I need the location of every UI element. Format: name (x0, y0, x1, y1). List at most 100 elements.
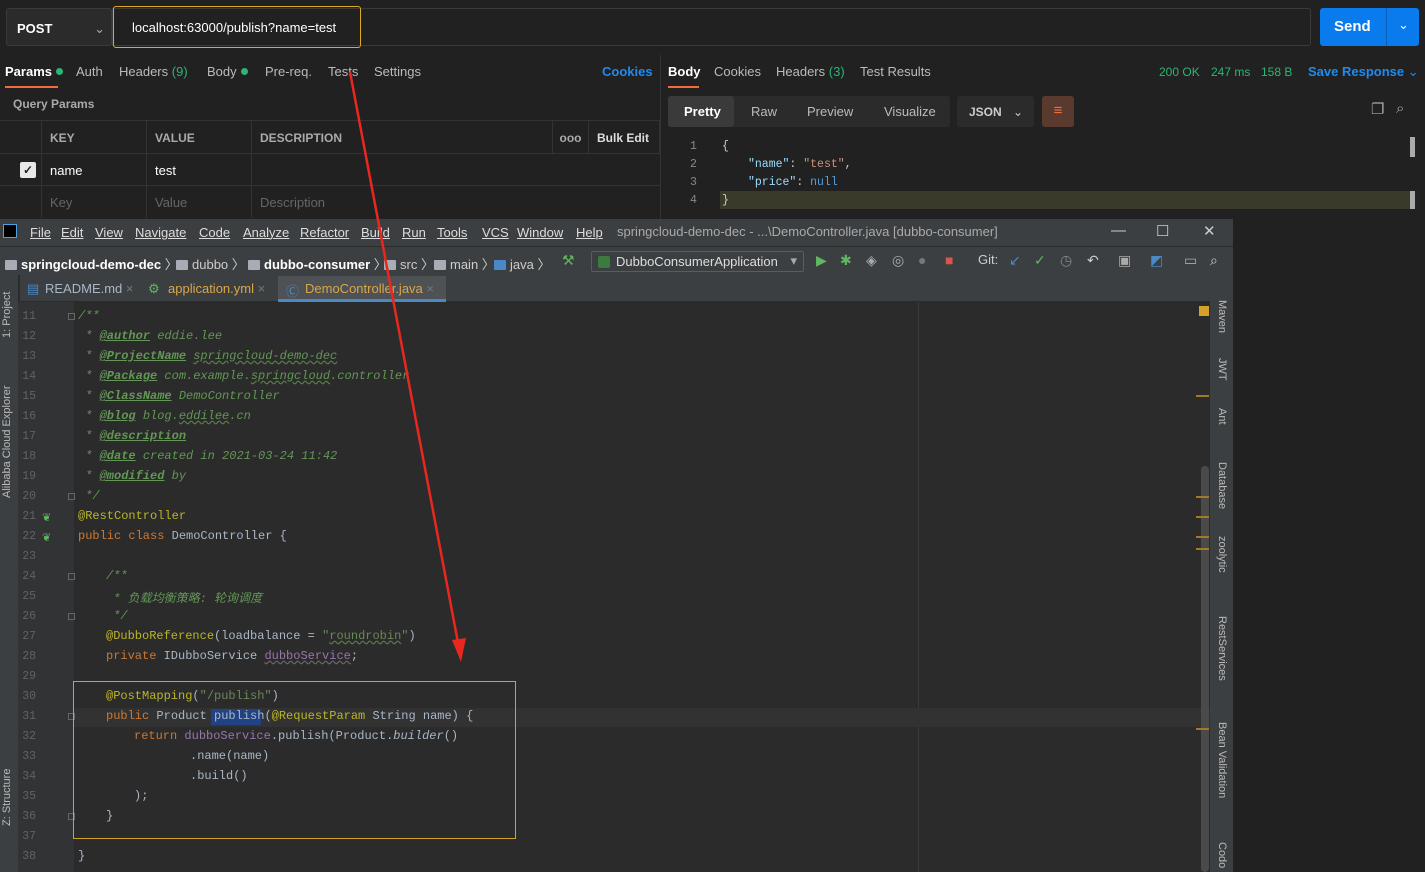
maximize-icon[interactable]: ☐ (1156, 222, 1169, 240)
minimize-icon[interactable]: — (1111, 222, 1126, 239)
breadcrumb-main[interactable]: main 〉 (434, 254, 495, 273)
tab-prereq[interactable]: Pre-req. (265, 64, 312, 79)
tab-democontroller[interactable]: DemoController.java × (305, 281, 434, 296)
url-highlight[interactable]: localhost:63000/publish?name=test (113, 6, 361, 48)
tool-project[interactable]: 1: Project (1, 292, 13, 338)
tool-jwt[interactable]: JWT (1216, 358, 1228, 381)
tool-alibaba-cloud-explorer[interactable]: Alibaba Cloud Explorer (1, 385, 13, 498)
bulk-edit-button[interactable]: Bulk Edit (589, 120, 660, 154)
tab-auth[interactable]: Auth (76, 64, 103, 79)
chevron-down-icon[interactable]: ⌄ (1398, 17, 1409, 33)
editor-scrollbar[interactable] (1201, 466, 1209, 872)
search-icon[interactable]: ⌕ (1396, 100, 1404, 117)
menu-run[interactable]: Run (402, 225, 426, 240)
attach-icon[interactable]: ● (918, 252, 926, 268)
status-code[interactable]: 200 OK (1159, 65, 1200, 79)
coverage-icon[interactable]: ◈ (866, 252, 877, 269)
menu-navigate[interactable]: Navigate (135, 225, 186, 240)
copy-icon[interactable]: ❐ (1371, 100, 1384, 118)
debug-icon[interactable]: ✱ (840, 252, 852, 269)
run-config-select[interactable]: DubboConsumerApplication ▾ (591, 251, 804, 272)
scroll-marker[interactable] (1196, 395, 1209, 397)
breadcrumb-project[interactable]: springcloud-demo-dec 〉 (5, 254, 178, 273)
close-icon[interactable]: × (426, 281, 434, 296)
profile-icon[interactable]: ◎ (892, 252, 904, 269)
tool-maven[interactable]: Maven (1216, 300, 1228, 333)
scrollbar[interactable] (1410, 137, 1415, 157)
breadcrumb-dubbo[interactable]: dubbo 〉 (176, 254, 245, 273)
save-response-button[interactable]: Save Response ⌄ (1308, 64, 1419, 80)
tab-raw[interactable]: Raw (751, 104, 777, 119)
fold-icon[interactable] (68, 613, 75, 620)
breadcrumb-src[interactable]: src 〉 (384, 254, 434, 273)
menu-code[interactable]: Code (199, 225, 230, 240)
menu-edit[interactable]: Edit (61, 225, 83, 240)
warning-indicator-icon[interactable] (1199, 306, 1209, 316)
cookies-link[interactable]: Cookies (602, 64, 653, 79)
scroll-marker[interactable] (1196, 516, 1209, 518)
tab-application-yml[interactable]: application.yml × (168, 281, 265, 296)
param-key[interactable]: name (42, 154, 147, 186)
menu-view[interactable]: View (95, 225, 123, 240)
tool-ant[interactable]: Ant (1216, 408, 1228, 425)
tab-readme[interactable]: README.md × (45, 281, 134, 296)
search-icon[interactable]: ⌕ (1210, 252, 1218, 269)
tool-structure[interactable]: Z: Structure (1, 769, 13, 826)
layout-icon[interactable]: ▭ (1184, 252, 1197, 269)
git-commit-icon[interactable]: ✓ (1034, 252, 1046, 269)
menu-help[interactable]: Help (576, 225, 603, 240)
tool-restservices[interactable]: RestServices (1216, 616, 1228, 681)
bean-icon[interactable]: ❦ (42, 531, 51, 544)
send-button[interactable]: Send ⌄ (1320, 8, 1419, 46)
menu-tools[interactable]: Tools (437, 225, 467, 240)
translate-icon[interactable]: ◩ (1150, 252, 1163, 269)
tool-database[interactable]: Database (1216, 462, 1228, 509)
scroll-marker[interactable] (1196, 536, 1209, 538)
project-structure-icon[interactable]: ▣ (1118, 252, 1131, 269)
tab-preview[interactable]: Preview (807, 104, 853, 119)
close-icon[interactable]: × (258, 281, 266, 296)
fold-icon[interactable] (68, 493, 75, 500)
tab-body[interactable]: Body (207, 64, 248, 79)
run-icon[interactable]: ▶ (816, 252, 827, 269)
tab-headers[interactable]: Headers (9) (119, 64, 188, 79)
close-icon[interactable]: × (126, 281, 134, 296)
tab-visualize[interactable]: Visualize (884, 104, 936, 119)
stop-icon[interactable]: ■ (945, 252, 953, 268)
breadcrumb-module[interactable]: dubbo-consumer 〉 (248, 254, 387, 273)
menu-refactor[interactable]: Refactor (300, 225, 349, 240)
tab-settings[interactable]: Settings (374, 64, 421, 79)
wrap-lines-icon[interactable]: ≡ (1042, 96, 1074, 127)
menu-build[interactable]: Build (361, 225, 390, 240)
tool-zoolytic[interactable]: zoolytic (1216, 536, 1228, 573)
fold-icon[interactable] (68, 573, 75, 580)
scroll-marker[interactable] (1196, 496, 1209, 498)
tab-test-results[interactable]: Test Results (860, 64, 931, 79)
tab-response-headers[interactable]: Headers (3) (776, 64, 845, 79)
hammer-icon[interactable]: ⚒ (562, 252, 575, 269)
more-options-icon[interactable]: ooo (553, 120, 589, 154)
git-update-icon[interactable]: ↙ (1009, 252, 1021, 269)
close-icon[interactable]: ✕ (1203, 222, 1216, 240)
tab-pretty[interactable]: Pretty (668, 96, 734, 127)
key-placeholder[interactable]: Key (42, 186, 147, 218)
scroll-marker[interactable] (1196, 728, 1209, 730)
rollback-icon[interactable]: ↶ (1087, 252, 1099, 269)
method-select[interactable]: POST ⌄ (6, 8, 112, 46)
response-time[interactable]: 247 ms (1211, 65, 1250, 79)
description-placeholder[interactable]: Description (252, 186, 660, 218)
menu-analyze[interactable]: Analyze (243, 225, 289, 240)
fold-icon[interactable] (68, 313, 75, 320)
response-size[interactable]: 158 B (1261, 65, 1292, 79)
scroll-marker[interactable] (1196, 548, 1209, 550)
tool-bean-validation[interactable]: Bean Validation (1216, 722, 1228, 798)
tool-codo[interactable]: Codo (1216, 842, 1228, 868)
menu-vcs[interactable]: VCS (482, 225, 509, 240)
breadcrumb-java[interactable]: java 〉 (494, 254, 550, 273)
tab-params[interactable]: Params (5, 64, 63, 79)
scrollbar-thumb[interactable] (1410, 191, 1415, 209)
bean-icon[interactable]: ❦ (42, 511, 51, 524)
language-select[interactable]: JSON ⌄ (957, 96, 1034, 127)
tab-tests[interactable]: Tests (328, 64, 358, 79)
history-icon[interactable]: ◷ (1060, 252, 1072, 269)
